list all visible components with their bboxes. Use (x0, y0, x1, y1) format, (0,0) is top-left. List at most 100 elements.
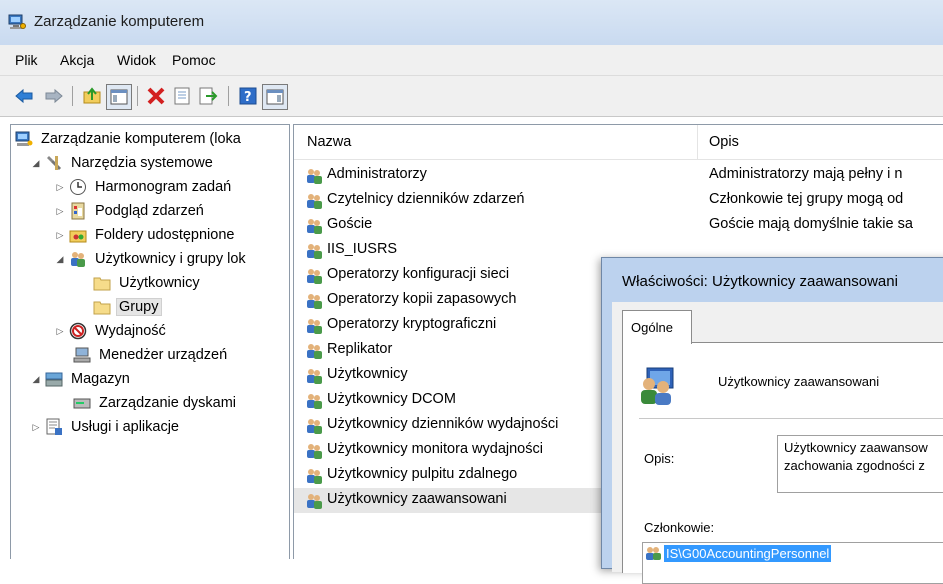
column-header-name[interactable]: Nazwa (307, 134, 351, 150)
description-field[interactable]: Użytkownicy zaawansow zachowania zgodnoś… (777, 435, 943, 493)
svg-text:?: ? (244, 90, 252, 105)
tree-item-label: Narzędzia systemowe (71, 155, 213, 171)
menu-akcja[interactable]: Akcja (58, 52, 96, 68)
delete-icon[interactable] (144, 84, 168, 108)
expand-arrow-icon[interactable]: ▷ (53, 182, 67, 193)
collapse-arrow-icon[interactable]: ◢ (29, 374, 43, 385)
column-header-description[interactable]: Opis (709, 134, 739, 150)
group-name: Użytkownicy monitora wydajności (327, 441, 543, 457)
group-icon (307, 194, 322, 209)
tree-item-system-tools[interactable]: ◢ Narzędzia systemowe (29, 151, 216, 175)
export-icon[interactable] (196, 84, 220, 108)
expand-arrow-icon[interactable]: ▷ (53, 206, 67, 217)
help-icon[interactable]: ? (236, 84, 260, 108)
members-label: Członkowie: (644, 520, 715, 535)
menu-bar: Plik Akcja Widok Pomoc (0, 45, 943, 76)
group-icon (307, 244, 322, 259)
show-hide-tree-icon[interactable] (106, 84, 132, 110)
table-row[interactable]: Goście Goście mają domyślnie takie sa (294, 213, 943, 238)
tree-item-label: Menedżer urządzeń (99, 347, 228, 363)
group-name: Użytkownicy zaawansowani (327, 491, 507, 507)
system-tools-icon (47, 156, 62, 171)
group-icon (307, 369, 322, 384)
properties-dialog: Właściwości: Użytkownicy zaawansowani Og… (601, 257, 943, 584)
device-manager-icon (73, 347, 91, 363)
tree-item-label: Zarządzanie komputerem (loka (41, 131, 241, 147)
dialog-title[interactable]: Właściwości: Użytkownicy zaawansowani (622, 273, 898, 290)
tree-item-local-users-groups[interactable]: ◢ Użytkownicy i grupy lok (53, 247, 249, 271)
tree-item-groups[interactable]: Grupy (93, 295, 162, 319)
tree-item-label: Harmonogram zadań (95, 179, 232, 195)
tab-general-label: Ogólne (631, 320, 673, 335)
group-icon (307, 444, 322, 459)
group-name: Operatorzy kopii zapasowych (327, 291, 517, 307)
separator (639, 418, 943, 419)
collapse-arrow-icon[interactable]: ◢ (53, 254, 67, 265)
tree-item-label: Foldery udostępnione (95, 227, 235, 243)
tree-item-label: Wydajność (95, 323, 166, 339)
task-scheduler-icon (70, 179, 86, 195)
table-row[interactable]: Czytelnicy dzienników zdarzeń Członkowie … (294, 188, 943, 213)
forward-icon[interactable] (42, 84, 66, 108)
toolbar: ? (0, 76, 943, 117)
member-item[interactable]: IS\G00AccountingPersonnel (645, 544, 832, 562)
group-name: Użytkownicy DCOM (327, 391, 456, 407)
collapse-arrow-icon[interactable]: ◢ (29, 158, 43, 169)
action-pane-icon[interactable] (262, 84, 288, 110)
users-groups-icon (71, 252, 85, 267)
group-icon (307, 319, 322, 334)
tree-item-label: Zarządzanie dyskami (99, 395, 236, 411)
group-description: Administratorzy mają pełny i n (709, 166, 903, 182)
members-list[interactable]: IS\G00AccountingPersonnel (642, 542, 943, 584)
tree-item-performance[interactable]: ▷ Wydajność (53, 319, 169, 343)
menu-widok[interactable]: Widok (115, 52, 158, 68)
group-name: IIS_IUSRS (327, 241, 398, 257)
window-title: Zarządzanie komputerem (34, 13, 205, 30)
disk-management-icon (73, 398, 91, 409)
shared-folders-icon (69, 230, 87, 243)
event-viewer-icon (71, 202, 85, 220)
tree-item-task-scheduler[interactable]: ▷ Harmonogram zadań (53, 175, 234, 199)
group-icon (307, 469, 322, 484)
back-icon[interactable] (12, 84, 36, 108)
tree-item-event-viewer[interactable]: ▷ Podgląd zdarzeń (53, 199, 207, 223)
expand-arrow-icon[interactable]: ▷ (53, 230, 67, 241)
group-name: Operatorzy kryptograficzni (327, 316, 497, 332)
expand-arrow-icon[interactable]: ▷ (53, 326, 67, 337)
group-icon (307, 394, 322, 409)
tree-item-label: Podgląd zdarzeń (95, 203, 204, 219)
up-folder-icon[interactable] (80, 84, 104, 108)
computer-management-icon (15, 131, 33, 146)
table-row[interactable]: Administratorzy Administratorzy mają pełn… (294, 163, 943, 188)
properties-icon[interactable] (170, 84, 194, 108)
menu-pomoc[interactable]: Pomoc (170, 52, 218, 68)
tree-item-storage[interactable]: ◢ Magazyn (29, 367, 133, 391)
expand-arrow-icon[interactable]: ▷ (29, 422, 43, 433)
group-name: Użytkownicy (327, 366, 408, 382)
tree-item-services-apps[interactable]: ▷ Usługi i aplikacje (29, 415, 182, 439)
group-description: Goście mają domyślnie takie sa (709, 216, 913, 232)
description-label: Opis: (644, 451, 675, 466)
list-header: Nazwa Opis (294, 125, 943, 160)
menu-plik[interactable]: Plik (13, 52, 40, 68)
tree-item-label: Magazyn (71, 371, 130, 387)
computer-management-icon (8, 14, 26, 29)
group-name: Replikator (327, 341, 393, 357)
description-line: Użytkownicy zaawansow (784, 440, 928, 455)
group-icon (307, 269, 322, 284)
group-icon (307, 294, 322, 309)
group-name: Operatorzy konfiguracji sieci (327, 266, 510, 282)
group-name-label: Użytkownicy zaawansowani (718, 374, 880, 389)
group-name: Użytkownicy dzienników wydajności (327, 416, 559, 432)
tree-item-disk-management[interactable]: Zarządzanie dyskami (73, 391, 239, 415)
folder-icon (93, 277, 111, 291)
tree-item-computer-management[interactable]: Zarządzanie komputerem (loka (15, 127, 244, 151)
group-name: Goście (327, 216, 373, 232)
group-icon (307, 419, 322, 434)
tree-item-shared-folders[interactable]: ▷ Foldery udostępnione (53, 223, 237, 247)
navigation-tree: Zarządzanie komputerem (loka ◢ Narzędzia… (10, 124, 290, 559)
tab-general[interactable]: Ogólne (622, 310, 692, 344)
tree-item-device-manager[interactable]: Menedżer urządzeń (73, 343, 230, 367)
tree-item-users[interactable]: Użytkownicy (93, 271, 203, 295)
performance-icon (69, 322, 87, 340)
